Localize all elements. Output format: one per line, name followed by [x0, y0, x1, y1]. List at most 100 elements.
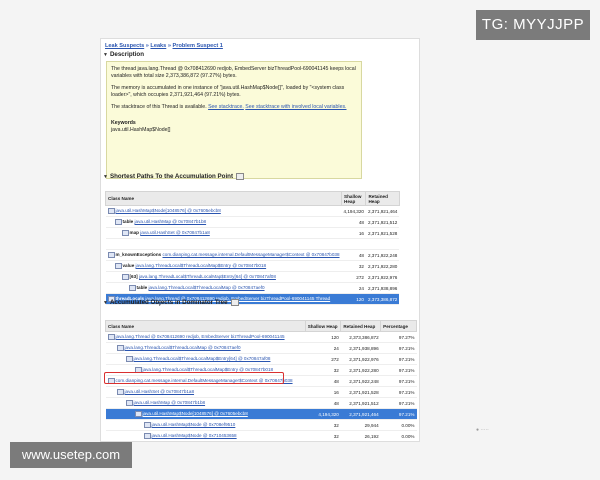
- breadcrumb-problem-suspect[interactable]: Problem Suspect 1: [173, 43, 223, 49]
- percentage-cell: 97.21%: [380, 397, 417, 409]
- description-box: The thread java.lang.Thread @ 0x70841269…: [106, 61, 362, 179]
- retained-heap-cell: 2,371,922,248: [365, 249, 400, 261]
- shallow-heap-cell: 32: [305, 419, 341, 431]
- description-stacktrace: The stacktrace of this Thread is availab…: [111, 104, 347, 111]
- class-name-cell: java.lang.ThreadLocal$ThreadLocalMap @ 0…: [105, 342, 306, 354]
- dominator-row[interactable]: java.util.HashMap$Node @ 0x71418a4c03226…: [106, 442, 417, 443]
- field-name: map: [129, 230, 139, 236]
- dominator-row[interactable]: java.lang.ThreadLocal$ThreadLocalMap @ 0…: [105, 342, 417, 354]
- description-memory: The memory is accumulated in one instanc…: [111, 85, 345, 99]
- col-class-name[interactable]: Class Name: [105, 320, 306, 332]
- col-retained-heap[interactable]: Retained Heap: [365, 191, 400, 206]
- object-link[interactable]: java.lang.ThreadLocal$ThreadLocalMap @ 0…: [125, 345, 241, 350]
- collapse-triangle-icon[interactable]: ▼: [103, 174, 108, 180]
- paths-row[interactable]: java.util.HashMap$Node[1048576] @ 0x7605…: [105, 205, 400, 217]
- object-link[interactable]: java.lang.ThreadLocal$ThreadLocalMap$Ent…: [139, 274, 276, 279]
- dominator-row[interactable]: java.util.HashMap$Node[1048576] @ 0x7605…: [105, 408, 417, 420]
- shallow-heap-cell: 4,194,320: [305, 408, 341, 420]
- paths-row[interactable]: map java.util.HashSet @ 0x70847b1a8 16 2,3…: [105, 227, 400, 239]
- dominator-row[interactable]: java.lang.Thread @ 0x708412690 redjob, E…: [105, 331, 417, 343]
- retained-heap-cell: 2,371,921,528: [340, 386, 381, 398]
- dominator-header[interactable]: ▼ Accumulated Objects in Dominator Tree: [103, 299, 239, 306]
- object-icon: [107, 334, 115, 340]
- window-icon[interactable]: [230, 299, 239, 306]
- col-shallow-heap[interactable]: Shallow Heap: [341, 191, 367, 206]
- breadcrumb-leak-suspects[interactable]: Leak Suspects: [105, 43, 144, 49]
- retained-heap-cell: 2,371,922,280: [340, 364, 381, 376]
- retained-heap-cell: 29,944: [340, 419, 381, 431]
- tg-watermark: TG: MYYJJPP: [476, 10, 590, 40]
- class-name-cell: java.util.HashMap$Node[1048576] @ 0x7605…: [105, 205, 342, 217]
- shallow-heap-cell: 16: [305, 386, 341, 398]
- retained-heap-cell: 2,371,921,528: [365, 227, 400, 239]
- object-link[interactable]: java.util.HashMap$Node[1048576] @ 0x7605…: [116, 208, 221, 213]
- retained-heap-cell: 2,371,922,248: [340, 375, 381, 387]
- shallow-heap-cell: 24: [305, 342, 341, 354]
- object-icon: [128, 285, 136, 291]
- shallow-heap-cell: 32: [305, 442, 341, 443]
- class-name-cell: java.util.HashMap$Node @ 0x708ef9510: [105, 419, 306, 431]
- dominator-row[interactable]: java.lang.ThreadLocal$ThreadLocalMap$Ent…: [105, 353, 417, 365]
- paths-header[interactable]: ▼ Shortest Paths To the Accumulation Poin…: [103, 173, 245, 180]
- object-icon: [116, 389, 124, 395]
- percentage-cell: 97.21%: [380, 342, 417, 354]
- percentage-cell: 97.21%: [380, 408, 417, 420]
- window-icon[interactable]: [236, 173, 245, 180]
- class-name-cell: java.lang.ThreadLocal$ThreadLocalMap$Ent…: [105, 353, 306, 365]
- field-name: table: [122, 219, 134, 225]
- see-stacktrace-link[interactable]: See stacktrace.: [208, 104, 244, 110]
- dominator-row[interactable]: java.util.HashMap @ 0x70847b1b8 48 2,371,9…: [105, 397, 417, 409]
- shallow-heap-cell: 24: [341, 282, 366, 294]
- class-name-cell: java.util.HashSet @ 0x70847b1a8: [105, 386, 306, 398]
- object-link[interactable]: java.lang.ThreadLocal$ThreadLocalMap @ 0…: [149, 285, 265, 290]
- retained-heap-cell: 2,371,921,512: [365, 216, 400, 228]
- object-icon: [114, 263, 122, 269]
- keywords-value: java.util.HashMap$Node[]: [111, 127, 171, 134]
- object-link[interactable]: java.util.HashMap @ 0x70847b1b8: [134, 400, 206, 405]
- shallow-heap-cell: 16: [341, 227, 366, 239]
- object-link[interactable]: java.lang.Thread @ 0x708412690 redjob, E…: [116, 334, 285, 339]
- object-link[interactable]: java.lang.ThreadLocal$ThreadLocalMap$Ent…: [134, 356, 271, 361]
- breadcrumb: Leak Suspects » Leaks » Problem Suspect …: [105, 43, 223, 49]
- shallow-heap-cell: 48: [341, 249, 366, 261]
- keywords-label: Keywords: [111, 120, 136, 127]
- retained-heap-cell: 26,192: [340, 430, 381, 441]
- object-icon: [107, 208, 115, 214]
- percentage-cell: 0.00%: [380, 419, 417, 431]
- collapse-triangle-icon[interactable]: ▼: [103, 300, 108, 306]
- paths-row[interactable]: table java.util.HashMap @ 0x70847b1b8 48 2…: [105, 216, 400, 228]
- dominator-row[interactable]: java.util.HashSet @ 0x70847b1a8 16 2,371,9…: [105, 386, 417, 398]
- object-link[interactable]: java.util.HashSet @ 0x70847b1a8: [140, 230, 210, 235]
- dominator-row[interactable]: java.util.HashMap$Node @ 0x708ef9510 32 29…: [105, 419, 417, 431]
- object-link[interactable]: java.util.HashMap @ 0x70847b1b8: [135, 219, 207, 224]
- object-link[interactable]: java.util.HashMap$Node @ 0x710453658: [152, 433, 237, 438]
- paths-row[interactable]: value java.lang.ThreadLocal$ThreadLocalM…: [105, 260, 400, 272]
- retained-heap-cell: 2,371,938,896: [340, 342, 381, 354]
- description-thread: The thread java.lang.Thread @ 0x70841269…: [111, 66, 356, 80]
- object-link[interactable]: com.dianping.cat.message.internal.Defaul…: [162, 252, 339, 257]
- percentage-cell: 97.21%: [380, 364, 417, 376]
- class-name-cell: [105, 238, 342, 250]
- dominator-row[interactable]: java.util.HashMap$Node @ 0x710453658 32 26…: [105, 430, 417, 441]
- object-link[interactable]: java.util.HashMap$Node @ 0x708ef9510: [152, 422, 236, 427]
- col-class-name[interactable]: Class Name: [104, 191, 343, 206]
- collapse-triangle-icon[interactable]: ▼: [103, 52, 108, 58]
- class-name-cell: java.util.HashMap @ 0x70847b1b8: [105, 397, 306, 409]
- see-stacktrace-locals-link[interactable]: See stacktrace with involved local varia…: [245, 104, 346, 110]
- paths-table: Class Name Shallow Heap Retained Heap ja…: [104, 191, 400, 305]
- col-shallow-heap[interactable]: Shallow Heap: [304, 320, 342, 332]
- col-retained-heap[interactable]: Retained Heap: [340, 320, 382, 332]
- object-link[interactable]: java.util.HashMap$Node[1048576] @ 0x7605…: [143, 411, 248, 416]
- object-link[interactable]: java.util.HashSet @ 0x70847b1a8: [125, 389, 195, 394]
- class-name-cell: table java.lang.ThreadLocal$ThreadLocalM…: [105, 282, 342, 294]
- paths-row[interactable]: table java.lang.ThreadLocal$ThreadLocalM…: [105, 282, 400, 294]
- col-percentage[interactable]: Percentage: [380, 320, 417, 332]
- class-name-cell: [63] java.lang.ThreadLocal$ThreadLocalMa…: [105, 271, 342, 283]
- paths-row[interactable]: [105, 238, 400, 250]
- paths-row[interactable]: [63] java.lang.ThreadLocal$ThreadLocalMa…: [105, 271, 400, 283]
- retained-heap-cell: 2,371,921,464: [365, 205, 400, 217]
- breadcrumb-leaks[interactable]: Leaks: [150, 43, 166, 49]
- object-link[interactable]: java.lang.ThreadLocal$ThreadLocalMap$Ent…: [136, 263, 267, 268]
- paths-row[interactable]: m_knownExceptions com.dianping.cat.messa…: [105, 249, 400, 261]
- description-header[interactable]: ▼ Description: [103, 51, 144, 58]
